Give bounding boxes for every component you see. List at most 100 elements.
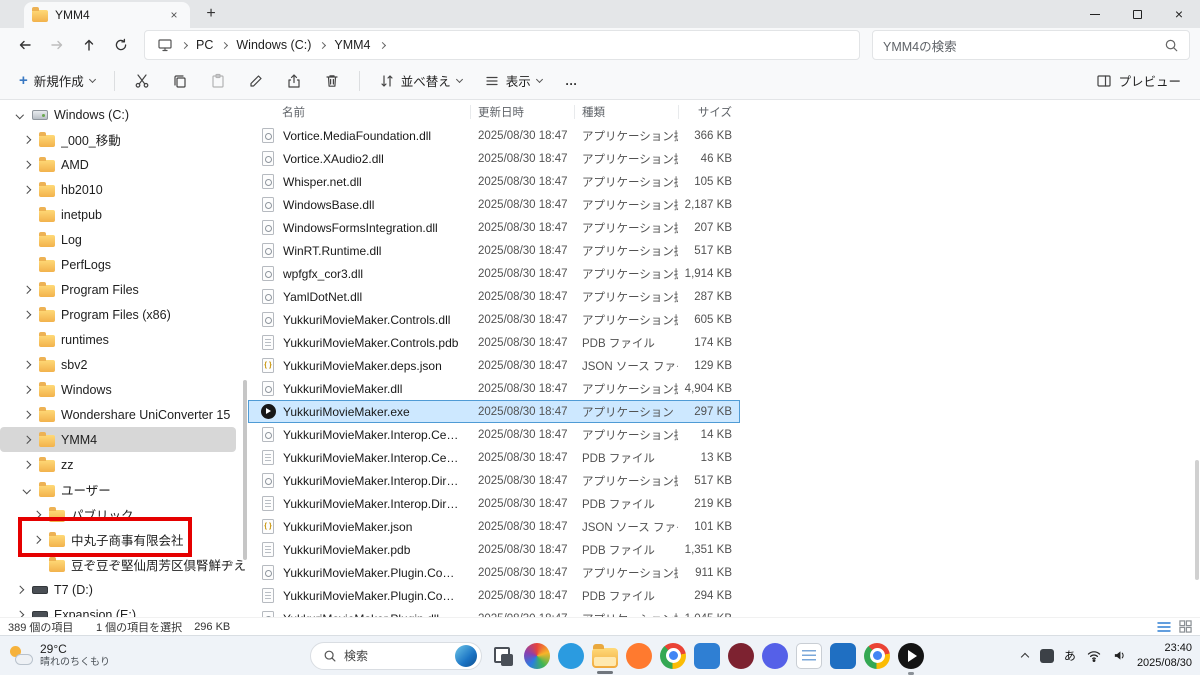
chevron-right-icon[interactable]	[21, 384, 33, 396]
file-row[interactable]: WindowsFormsIntegration.dll 2025/08/30 18…	[248, 216, 740, 239]
file-row[interactable]: YukkuriMovieMaker.dll 2025/08/30 18:47 アプリ…	[248, 377, 740, 400]
taskbar-search[interactable]: 検索	[310, 641, 482, 670]
notepad-icon[interactable]	[796, 642, 822, 669]
column-header-modified[interactable]: 更新日時	[470, 100, 574, 124]
file-row[interactable]: YukkuriMovieMaker.Plugin.dll 2025/08/30 1…	[248, 607, 740, 617]
file-row[interactable]: YukkuriMovieMaker.Interop.DirectShow.p..…	[248, 492, 740, 515]
sidebar-item-log[interactable]: Log	[0, 227, 248, 252]
sidebar-item-t7-d[interactable]: T7 (D:)	[0, 577, 248, 602]
sidebar-item-program-files[interactable]: Program Files	[0, 277, 248, 302]
start-button[interactable]	[276, 643, 302, 669]
sidebar-scrollbar[interactable]	[243, 380, 247, 560]
search-highlight-image[interactable]	[455, 644, 477, 667]
chevron-right-icon[interactable]	[21, 409, 33, 421]
file-row[interactable]: YukkuriMovieMaker.json 2025/08/30 18:47 JS…	[248, 515, 740, 538]
forward-button[interactable]	[42, 31, 72, 59]
file-row[interactable]: WindowsBase.dll 2025/08/30 18:47 アプリケーション拡…	[248, 193, 740, 216]
file-row[interactable]: WinRT.Runtime.dll 2025/08/30 18:47 アプリケーショ…	[248, 239, 740, 262]
file-row[interactable]: YukkuriMovieMaker.pdb 2025/08/30 18:47 PDB…	[248, 538, 740, 561]
file-row[interactable]: Vortice.MediaFoundation.dll 2025/08/30 18…	[248, 124, 740, 147]
sidebar-item-perflogs[interactable]: PerfLogs	[0, 252, 248, 277]
sidebar-item-program-files-x86[interactable]: Program Files (x86)	[0, 302, 248, 327]
sidebar-item-windows-c[interactable]: Windows (C:)	[0, 102, 248, 127]
file-row[interactable]: YukkuriMovieMaker.Controls.pdb 2025/08/30…	[248, 331, 740, 354]
file-explorer-icon[interactable]	[592, 643, 618, 674]
photos-icon[interactable]	[524, 642, 550, 669]
file-list-scrollbar[interactable]	[1195, 460, 1199, 580]
sidebar-item-wondershare-uniconverter-15[interactable]: Wondershare UniConverter 15	[0, 402, 248, 427]
breadcrumb-ymm4[interactable]: YMM4	[334, 38, 370, 52]
more-options-button[interactable]: …	[555, 66, 589, 96]
column-header-size[interactable]: サイズ	[678, 100, 740, 124]
column-header-name[interactable]: 名前	[260, 100, 470, 124]
tray-app-icon[interactable]	[1039, 648, 1054, 663]
pinwheel-app-icon[interactable]	[728, 642, 754, 669]
wifi-icon[interactable]	[1086, 649, 1102, 662]
yukkuri-movie-maker-icon[interactable]	[898, 642, 924, 675]
chevron-right-icon[interactable]	[14, 609, 26, 618]
hidden-icons-chevron[interactable]	[1021, 651, 1030, 660]
chevron-right-icon[interactable]	[21, 359, 33, 371]
new-tab-button[interactable]	[200, 3, 222, 25]
up-button[interactable]	[74, 31, 104, 59]
maximize-button[interactable]	[1116, 0, 1158, 28]
file-row[interactable]: YukkuriMovieMaker.Interop.DirectShow.dll…	[248, 469, 740, 492]
chevron-right-icon[interactable]	[14, 584, 26, 596]
sidebar-item-amd[interactable]: AMD	[0, 152, 248, 177]
microsoft-store-icon[interactable]	[694, 642, 720, 669]
sort-button[interactable]: 並べ替え	[370, 66, 471, 96]
refresh-button[interactable]	[106, 31, 136, 59]
sidebar-item-users[interactable]: ユーザー	[0, 477, 248, 502]
paste-button[interactable]	[201, 66, 235, 96]
breadcrumb-pc[interactable]: PC	[196, 38, 213, 52]
file-row[interactable]: YukkuriMovieMaker.exe 2025/08/30 18:47 アプリ…	[248, 400, 740, 423]
sidebar-item-windows[interactable]: Windows	[0, 377, 248, 402]
sidebar-item-hb2010[interactable]: hb2010	[0, 177, 248, 202]
preview-button[interactable]: プレビュー	[1087, 66, 1190, 96]
breadcrumb-windows-c[interactable]: Windows (C:)	[236, 38, 311, 52]
sidebar-item-000-idou[interactable]: _000_移動	[0, 127, 248, 152]
back-button[interactable]	[10, 31, 40, 59]
sidebar-item-sbv2[interactable]: sbv2	[0, 352, 248, 377]
edge-icon[interactable]	[558, 642, 584, 669]
close-button[interactable]	[1158, 0, 1200, 28]
details-view-toggle[interactable]	[1157, 621, 1171, 633]
discord-icon[interactable]	[762, 642, 788, 669]
chevron-right-icon[interactable]	[21, 284, 33, 296]
file-row[interactable]: YamlDotNet.dll 2025/08/30 18:47 アプリケーション拡張…	[248, 285, 740, 308]
sidebar-item-runtimes[interactable]: runtimes	[0, 327, 248, 352]
chevron-down-icon[interactable]	[14, 109, 26, 121]
sidebar-item-zz[interactable]: zz	[0, 452, 248, 477]
file-row[interactable]: Whisper.net.dll 2025/08/30 18:47 アプリケーション拡…	[248, 170, 740, 193]
chrome-icon[interactable]	[660, 642, 686, 669]
chrome-2-icon[interactable]	[864, 642, 890, 669]
new-button[interactable]: 新規作成	[10, 66, 104, 96]
file-row[interactable]: Vortice.XAudio2.dll 2025/08/30 18:47 アプリケー…	[248, 147, 740, 170]
view-button[interactable]: 表示	[475, 66, 551, 96]
chevron-right-icon[interactable]	[21, 434, 33, 446]
rename-button[interactable]	[239, 66, 273, 96]
search-box[interactable]: YMM4の検索	[872, 30, 1190, 60]
file-row[interactable]: YukkuriMovieMaker.Plugin.Community.dll 20…	[248, 561, 740, 584]
taskbar-clock[interactable]: 23:40 2025/08/30	[1137, 641, 1192, 670]
outlook-icon[interactable]	[830, 642, 856, 669]
breadcrumb[interactable]: PC Windows (C:) YMM4	[144, 30, 860, 60]
chevron-right-icon[interactable]	[21, 309, 33, 321]
cut-button[interactable]	[125, 66, 159, 96]
file-row[interactable]: YukkuriMovieMaker.Plugin.Community.pdb 20…	[248, 584, 740, 607]
chevron-right-icon[interactable]	[21, 159, 33, 171]
firefox-icon[interactable]	[626, 642, 652, 669]
file-row[interactable]: YukkuriMovieMaker.deps.json 2025/08/30 18…	[248, 354, 740, 377]
chevron-down-icon[interactable]	[21, 484, 33, 496]
chevron-right-icon[interactable]	[21, 134, 33, 146]
sidebar-item-expansion-e[interactable]: Expansion (E:)	[0, 602, 248, 617]
file-row[interactable]: YukkuriMovieMaker.Interop.CeVIO.pdb 2025/…	[248, 446, 740, 469]
copy-button[interactable]	[163, 66, 197, 96]
explorer-tab[interactable]: YMM4	[24, 2, 190, 28]
sidebar-item-inetpub[interactable]: inetpub	[0, 202, 248, 227]
tab-close-icon[interactable]	[166, 8, 182, 22]
chevron-right-icon[interactable]	[21, 459, 33, 471]
share-button[interactable]	[277, 66, 311, 96]
task-view-icon[interactable]	[490, 643, 516, 669]
delete-button[interactable]	[315, 66, 349, 96]
